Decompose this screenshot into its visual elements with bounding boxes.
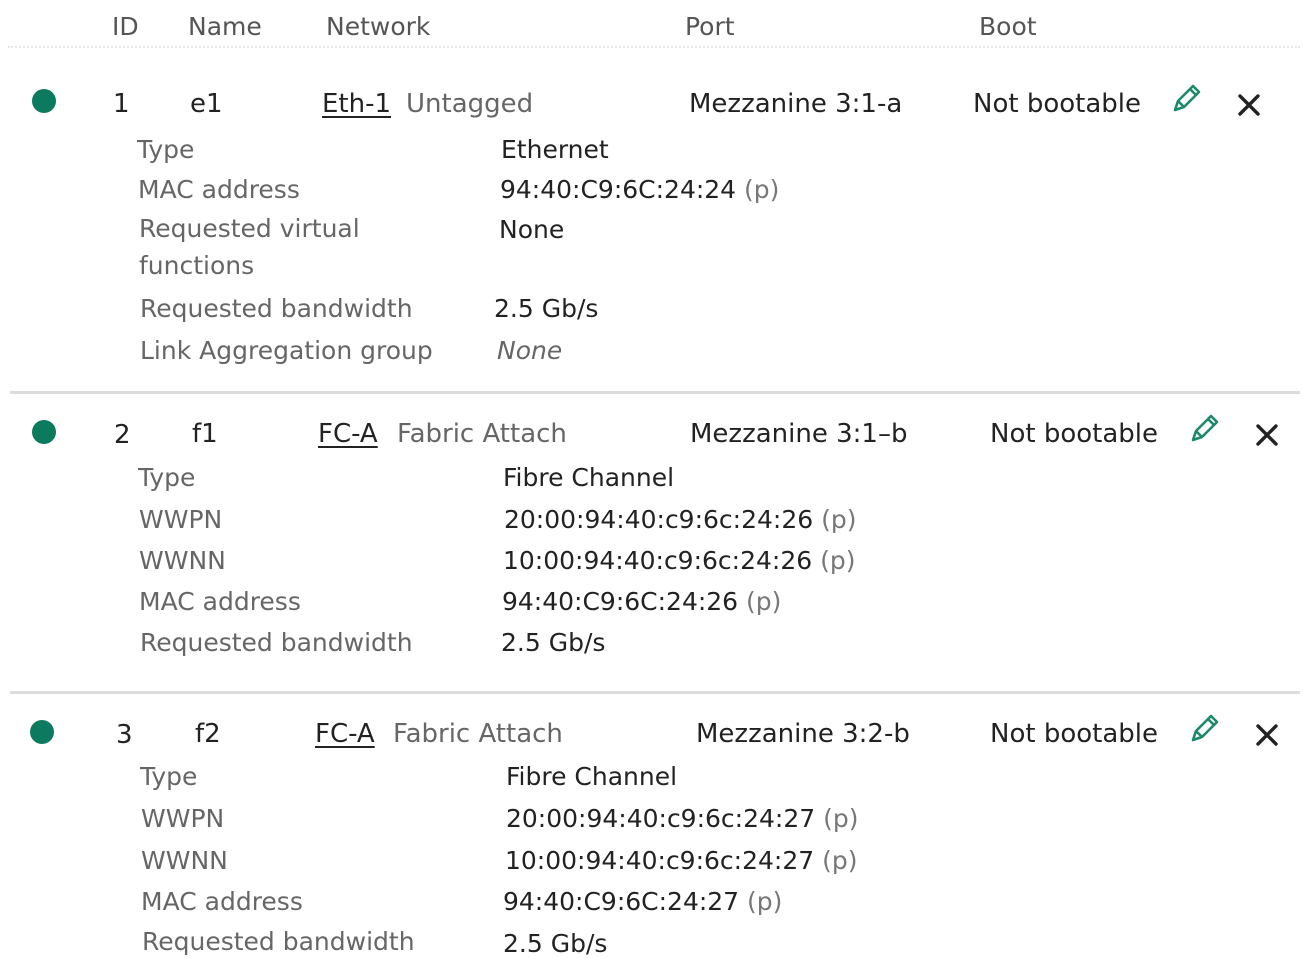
detail-label-bandwidth: Requested bandwidth [140, 294, 413, 323]
permanent-suffix: (p) [746, 587, 782, 616]
detail-value-mac: 94:40:C9:6C:24:26 (p) [502, 587, 782, 616]
permanent-suffix: (p) [821, 505, 857, 534]
connection-name: e1 [190, 89, 223, 119]
detail-value-bandwidth: 2.5 Gb/s [494, 294, 599, 323]
column-header-name[interactable]: Name [188, 14, 262, 39]
detail-value-type: Fibre Channel [503, 463, 675, 492]
pencil-icon [1187, 412, 1221, 446]
permanent-suffix: (p) [744, 175, 780, 204]
detail-label-wwnn: WWNN [139, 546, 226, 575]
delete-connection-button[interactable] [1254, 422, 1280, 448]
close-icon [1254, 722, 1280, 748]
edit-connection-button[interactable] [1187, 412, 1221, 446]
boot-value: Not bootable [990, 719, 1158, 749]
detail-value-wwnn: 10:00:94:40:c9:6c:24:26 (p) [503, 546, 856, 575]
detail-label-type: Type [137, 135, 195, 164]
column-header-boot[interactable]: Boot [979, 14, 1037, 39]
port-value: Mezzanine 3:1-a [689, 89, 903, 119]
permanent-suffix: (p) [823, 804, 859, 833]
detail-value-virtual-functions: None [499, 215, 565, 244]
detail-value-lag: None [497, 336, 563, 365]
connection-id: 1 [113, 89, 130, 119]
column-header-port[interactable]: Port [685, 14, 735, 39]
detail-value-type: Ethernet [501, 135, 609, 164]
connection-id: 2 [114, 420, 131, 450]
connection-name: f2 [195, 719, 221, 749]
column-header-network[interactable]: Network [326, 14, 430, 39]
status-dot-icon [32, 420, 56, 444]
header-divider [8, 46, 1300, 48]
network-link[interactable]: FC-A [315, 721, 375, 747]
detail-label-wwpn: WWPN [141, 804, 225, 833]
network-vlan: Fabric Attach [393, 719, 563, 749]
connection-name: f1 [192, 419, 218, 449]
detail-label-mac: MAC address [139, 587, 301, 616]
row-divider [10, 691, 1300, 694]
detail-label-mac: MAC address [141, 887, 303, 916]
status-dot-icon [32, 89, 56, 113]
pencil-icon [1187, 712, 1221, 746]
network-link[interactable]: FC-A [318, 421, 378, 447]
permanent-suffix: (p) [822, 846, 858, 875]
delete-connection-button[interactable] [1254, 722, 1280, 748]
detail-label-bandwidth: Requested bandwidth [142, 927, 415, 956]
row-divider [10, 391, 1300, 394]
detail-label-virtual-functions: Requested virtual functions [139, 214, 360, 280]
permanent-suffix: (p) [820, 546, 856, 575]
detail-value-type: Fibre Channel [506, 762, 678, 791]
detail-value-bandwidth: 2.5 Gb/s [501, 628, 606, 657]
close-icon [1236, 92, 1262, 118]
port-value: Mezzanine 3:1–b [690, 419, 908, 449]
close-icon [1254, 422, 1280, 448]
detail-value-bandwidth: 2.5 Gb/s [503, 929, 608, 958]
detail-value-wwpn: 20:00:94:40:c9:6c:24:26 (p) [504, 505, 857, 534]
edit-connection-button[interactable] [1187, 712, 1221, 746]
detail-value-mac: 94:40:C9:6C:24:27 (p) [503, 887, 783, 916]
detail-label-wwnn: WWNN [141, 846, 228, 875]
network-vlan: Fabric Attach [397, 419, 567, 449]
detail-label-type: Type [140, 762, 198, 791]
detail-label-mac: MAC address [138, 175, 300, 204]
port-value: Mezzanine 3:2-b [696, 719, 910, 749]
detail-label-lag: Link Aggregation group [140, 336, 433, 365]
network-link[interactable]: Eth-1 [322, 91, 391, 117]
edit-connection-button[interactable] [1169, 82, 1203, 116]
boot-value: Not bootable [973, 89, 1141, 119]
detail-label-wwpn: WWPN [139, 505, 223, 534]
boot-value: Not bootable [990, 419, 1158, 449]
status-dot-icon [30, 720, 54, 744]
detail-value-mac: 94:40:C9:6C:24:24 (p) [500, 175, 780, 204]
permanent-suffix: (p) [747, 887, 783, 916]
network-vlan: Untagged [406, 89, 534, 119]
pencil-icon [1169, 82, 1203, 116]
detail-value-wwpn: 20:00:94:40:c9:6c:24:27 (p) [506, 804, 859, 833]
detail-label-bandwidth: Requested bandwidth [140, 628, 413, 657]
detail-value-wwnn: 10:00:94:40:c9:6c:24:27 (p) [505, 846, 858, 875]
column-header-id[interactable]: ID [112, 14, 139, 39]
detail-label-type: Type [138, 463, 196, 492]
delete-connection-button[interactable] [1236, 92, 1262, 118]
connection-id: 3 [116, 720, 133, 750]
